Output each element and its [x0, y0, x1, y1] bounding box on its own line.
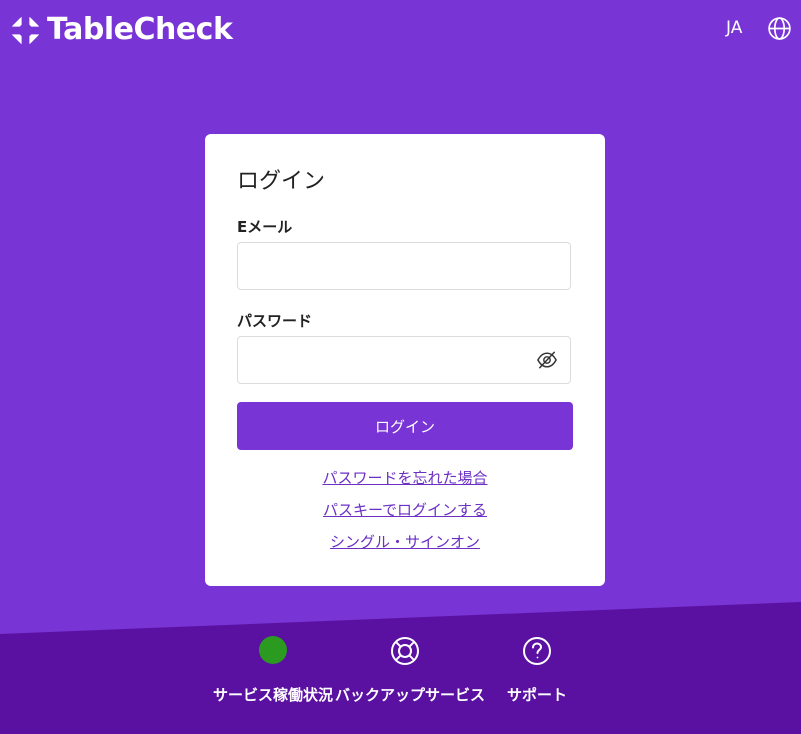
lifebuoy-icon	[391, 637, 419, 665]
email-input[interactable]	[237, 242, 571, 290]
language-selector[interactable]: JA	[726, 18, 742, 38]
footer-label-status: サービス稼働状況	[212, 686, 333, 704]
sso-link[interactable]: シングル・サインオン	[205, 532, 605, 552]
footer-support[interactable]: サポート	[467, 632, 607, 712]
login-title: ログイン	[237, 169, 326, 194]
email-label: Eメール	[237, 218, 293, 236]
forgot-password-link[interactable]: パスワードを忘れた場合	[205, 468, 605, 488]
footer-service-status[interactable]: サービス稼働状況	[203, 632, 343, 712]
header: TableCheck JA	[0, 0, 801, 60]
status-dot-icon	[259, 636, 287, 664]
password-label: パスワード	[237, 312, 313, 330]
tablecheck-logo-icon	[10, 14, 41, 46]
footer-backup-service[interactable]: バックアップサービス	[335, 632, 486, 712]
help-circle-icon	[523, 637, 551, 665]
globe-icon[interactable]	[767, 16, 792, 41]
brand-logo[interactable]: TableCheck	[10, 12, 233, 47]
footer-label-support: サポート	[506, 686, 567, 704]
login-card: ログイン Eメール パスワード ログイン パスワードを忘れた場合 パスキーでログ…	[205, 134, 605, 586]
footer-label-backup: バックアップサービス	[335, 686, 486, 704]
password-input[interactable]	[237, 336, 571, 384]
eye-off-icon[interactable]	[536, 350, 558, 370]
login-button[interactable]: ログイン	[237, 402, 573, 450]
brand-name: TableCheck	[47, 12, 233, 47]
passkey-login-link[interactable]: パスキーでログインする	[205, 500, 605, 520]
